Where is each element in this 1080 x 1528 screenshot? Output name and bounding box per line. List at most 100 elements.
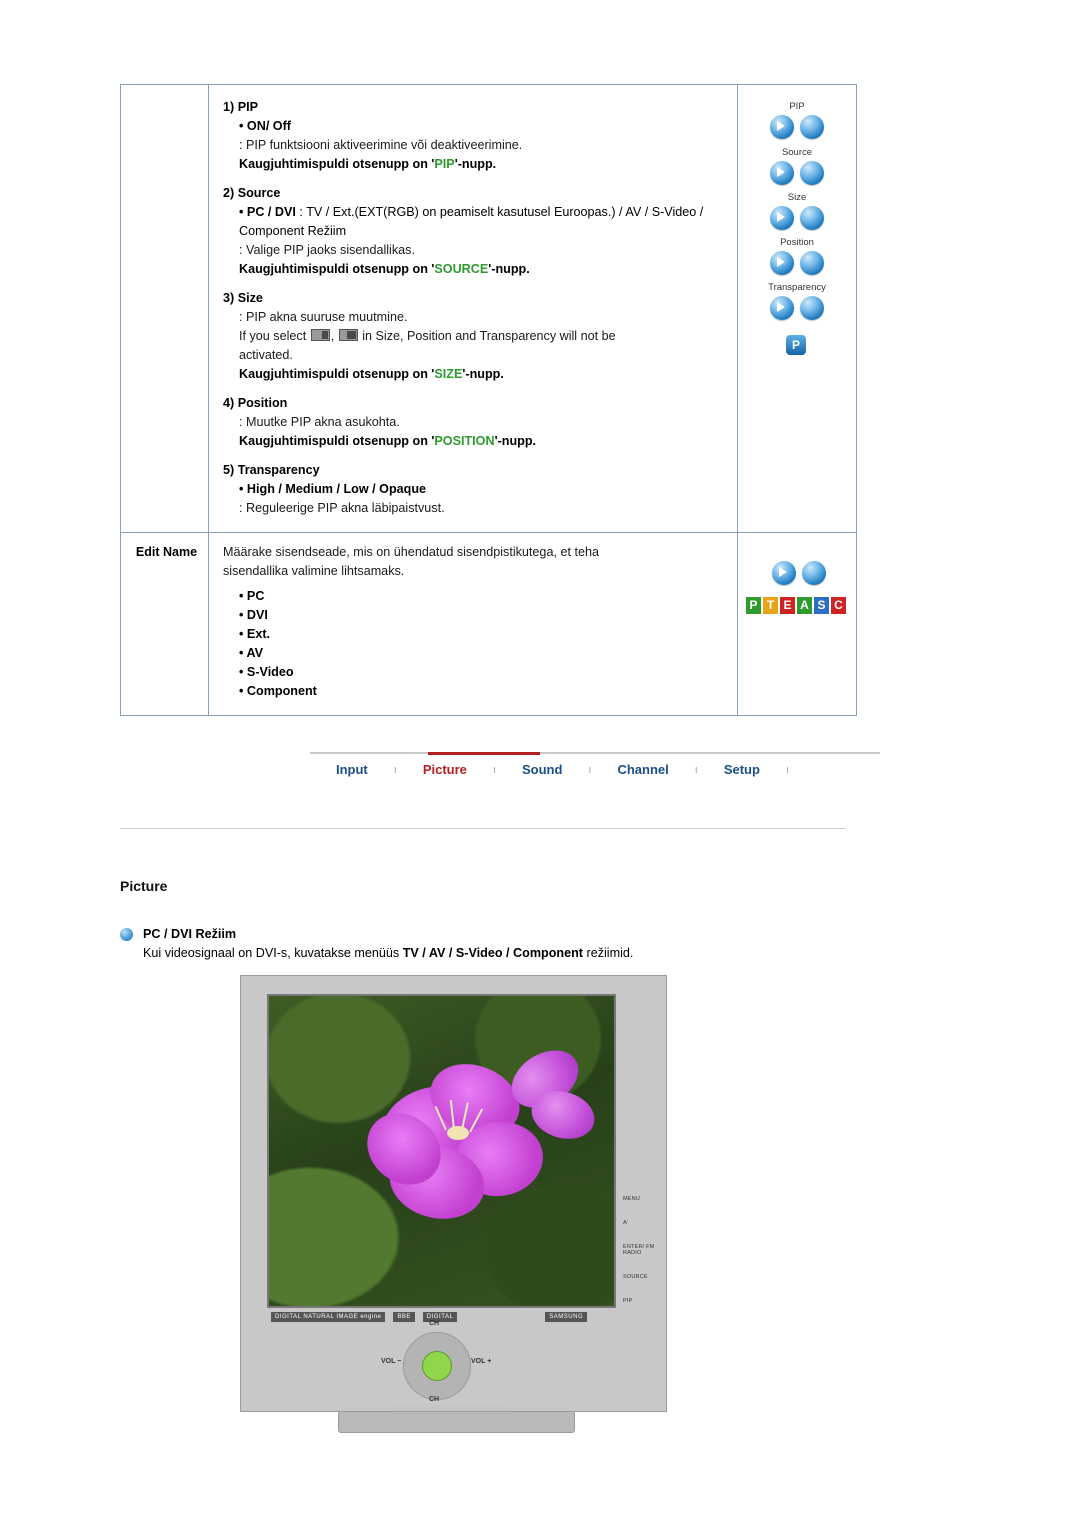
monitor-side-buttons: MENU A' ENTER/ FM RADIO SOURCE PIP bbox=[623, 1196, 663, 1322]
edit-name-letter-row: P T E A S C bbox=[746, 597, 846, 614]
pip-item-2-remote: Kaugjuhtimispuldi otsenupp on 'SOURCE'-n… bbox=[239, 262, 530, 276]
pip-figure-caption-transparency: Transparency bbox=[768, 282, 826, 293]
letter-e: E bbox=[780, 597, 795, 614]
control-left-label: VOL − bbox=[381, 1358, 402, 1365]
pip-item-5-title: 5) Transparency bbox=[223, 463, 320, 477]
pip-item-2-line: : Valige PIP jaoks sisendallikas. bbox=[239, 243, 415, 257]
pip-item-2-title: 2) Source bbox=[223, 186, 281, 200]
monitor-illustration: MENU A' ENTER/ FM RADIO SOURCE PIP DIGIT… bbox=[240, 975, 735, 1445]
pip-arrow-ball-2 bbox=[770, 161, 794, 185]
tabs-divider bbox=[310, 752, 880, 754]
monitor-button-menu[interactable]: MENU bbox=[623, 1196, 663, 1202]
monitor-button-enter[interactable]: ENTER/ FM RADIO bbox=[623, 1244, 663, 1256]
letter-a: A bbox=[797, 597, 812, 614]
letter-s: S bbox=[814, 597, 829, 614]
edit-name-bullet-dvi: • DVI bbox=[239, 608, 268, 622]
monitor-control-pad[interactable]: CH CH VOL − VOL + bbox=[381, 1320, 497, 1403]
pip-ball-4 bbox=[800, 251, 824, 275]
pip-figure-cell: PIP Source Size Position Transparency P bbox=[738, 85, 856, 532]
flower-center bbox=[447, 1126, 469, 1140]
menu-tabs: Input ı Picture ı Sound ı Channel ı Setu… bbox=[310, 752, 880, 777]
tab-separator-5: ı bbox=[785, 763, 790, 776]
table-row-edit-name: Edit Name Määrake sisendseade, mis on üh… bbox=[121, 532, 856, 716]
monitor-screen bbox=[267, 994, 616, 1308]
edit-name-arrow-ball bbox=[772, 561, 796, 585]
letter-t: T bbox=[763, 597, 778, 614]
tab-channel[interactable]: Channel bbox=[591, 762, 694, 777]
pip-figure-caption-position: Position bbox=[780, 237, 814, 248]
pip-ball-2 bbox=[800, 161, 824, 185]
control-right-label: VOL + bbox=[471, 1358, 492, 1365]
edit-name-line-2: sisendallika valimine lihtsamaks. bbox=[223, 564, 405, 578]
pip-p-button: P bbox=[786, 335, 806, 355]
pip-item-1-title: 1) PIP bbox=[223, 100, 258, 114]
tab-sound[interactable]: Sound bbox=[496, 762, 588, 777]
pip-figure-caption-size: Size bbox=[787, 192, 807, 203]
pip-description-cell: 1) PIP • ON/ Off : PIP funktsiooni aktiv… bbox=[209, 85, 738, 532]
pip-item-3-line: : PIP akna suuruse muutmine. bbox=[239, 310, 408, 324]
pip-arrow-ball-1 bbox=[770, 115, 794, 139]
edit-name-bullet-component: • Component bbox=[239, 684, 317, 698]
tabs-list: Input ı Picture ı Sound ı Channel ı Setu… bbox=[310, 752, 880, 777]
subsection-title: PC / DVI Režiim bbox=[143, 927, 237, 941]
pip-item-1-remote: Kaugjuhtimispuldi otsenupp on 'PIP'-nupp… bbox=[239, 157, 497, 171]
pip-item-4-remote: Kaugjuhtimispuldi otsenupp on 'POSITION'… bbox=[239, 434, 537, 448]
pip-item-2-bullet: • PC / DVI : TV / Ext.(EXT(RGB) on peami… bbox=[239, 205, 704, 238]
pip-item-3-note2: activated. bbox=[239, 348, 293, 362]
size-small-icon bbox=[310, 329, 330, 341]
edit-name-bullet-av: • AV bbox=[239, 646, 264, 660]
monitor-button-pip[interactable]: PIP bbox=[623, 1298, 663, 1304]
pip-item-3-title: 3) Size bbox=[223, 291, 263, 305]
section-divider bbox=[120, 828, 846, 829]
monitor-base bbox=[338, 1411, 575, 1433]
pip-ball-1 bbox=[800, 115, 824, 139]
power-button[interactable] bbox=[422, 1351, 452, 1381]
pip-arrow-ball-4 bbox=[770, 251, 794, 275]
table-row-pip: 1) PIP • ON/ Off : PIP funktsiooni aktiv… bbox=[121, 84, 856, 532]
pip-item-4-line: : Muutke PIP akna asukohta. bbox=[239, 415, 400, 429]
monitor-bezel: MENU A' ENTER/ FM RADIO SOURCE PIP DIGIT… bbox=[240, 975, 667, 1417]
edit-name-bullet-svideo: • S-Video bbox=[239, 665, 294, 679]
pip-item-3-note: If you select , in Size, Position and Tr… bbox=[239, 329, 616, 343]
pip-item-3-remote: Kaugjuhtimispuldi otsenupp on 'SIZE'-nup… bbox=[239, 367, 504, 381]
pip-arrow-ball-3 bbox=[770, 206, 794, 230]
pip-ball-5 bbox=[800, 296, 824, 320]
tab-picture[interactable]: Picture bbox=[397, 762, 493, 777]
tabs-active-indicator bbox=[428, 752, 540, 755]
control-down-label: CH bbox=[429, 1396, 440, 1403]
edit-name-line-1: Määrake sisendseade, mis on ühendatud si… bbox=[223, 545, 599, 559]
settings-table: 1) PIP • ON/ Off : PIP funktsiooni aktiv… bbox=[120, 84, 857, 716]
letter-c: C bbox=[831, 597, 846, 614]
edit-name-bullet-pc: • PC bbox=[239, 589, 265, 603]
brand-dni: DIGITAL NATURAL IMAGE engine bbox=[271, 1312, 386, 1322]
subsection-body: Kui videosignaal on DVI-s, kuvatakse men… bbox=[143, 946, 634, 960]
tab-setup[interactable]: Setup bbox=[698, 762, 786, 777]
pip-item-4-title: 4) Position bbox=[223, 396, 288, 410]
page: 1) PIP • ON/ Off : PIP funktsiooni aktiv… bbox=[0, 0, 1080, 1528]
page-title: Picture bbox=[120, 878, 168, 894]
brand-samsung: SAMSUNG bbox=[545, 1312, 588, 1322]
bullet-icon bbox=[120, 928, 133, 941]
edit-name-figure: P T E A S C bbox=[738, 533, 856, 715]
pip-ball-3 bbox=[800, 206, 824, 230]
monitor-button-a[interactable]: A' bbox=[623, 1220, 663, 1226]
pip-item-1-line: : PIP funktsiooni aktiveerimine või deak… bbox=[239, 138, 523, 152]
pip-figure: PIP Source Size Position Transparency P bbox=[738, 85, 856, 532]
row-label-edit-name: Edit Name bbox=[121, 533, 209, 715]
edit-name-bullet-ext: • Ext. bbox=[239, 627, 271, 641]
pip-item-1-bullet: • ON/ Off bbox=[239, 119, 291, 133]
monitor-button-source[interactable]: SOURCE bbox=[623, 1274, 663, 1280]
pip-figure-caption-pip: PIP bbox=[789, 101, 805, 112]
brand-bbe: BBE bbox=[393, 1312, 415, 1322]
letter-p: P bbox=[746, 597, 761, 614]
control-up-label: CH bbox=[429, 1320, 440, 1327]
size-wide-icon bbox=[338, 329, 358, 341]
edit-name-figure-cell: P T E A S C bbox=[738, 533, 856, 715]
pip-item-5-bullet: • High / Medium / Low / Opaque bbox=[239, 482, 427, 496]
pip-figure-caption-source: Source bbox=[781, 147, 813, 158]
row-label-empty bbox=[121, 85, 209, 532]
pip-item-5-line: : Reguleerige PIP akna läbipaistvust. bbox=[239, 501, 445, 515]
tab-input[interactable]: Input bbox=[310, 762, 394, 777]
edit-name-ball bbox=[802, 561, 826, 585]
pip-arrow-ball-5 bbox=[770, 296, 794, 320]
